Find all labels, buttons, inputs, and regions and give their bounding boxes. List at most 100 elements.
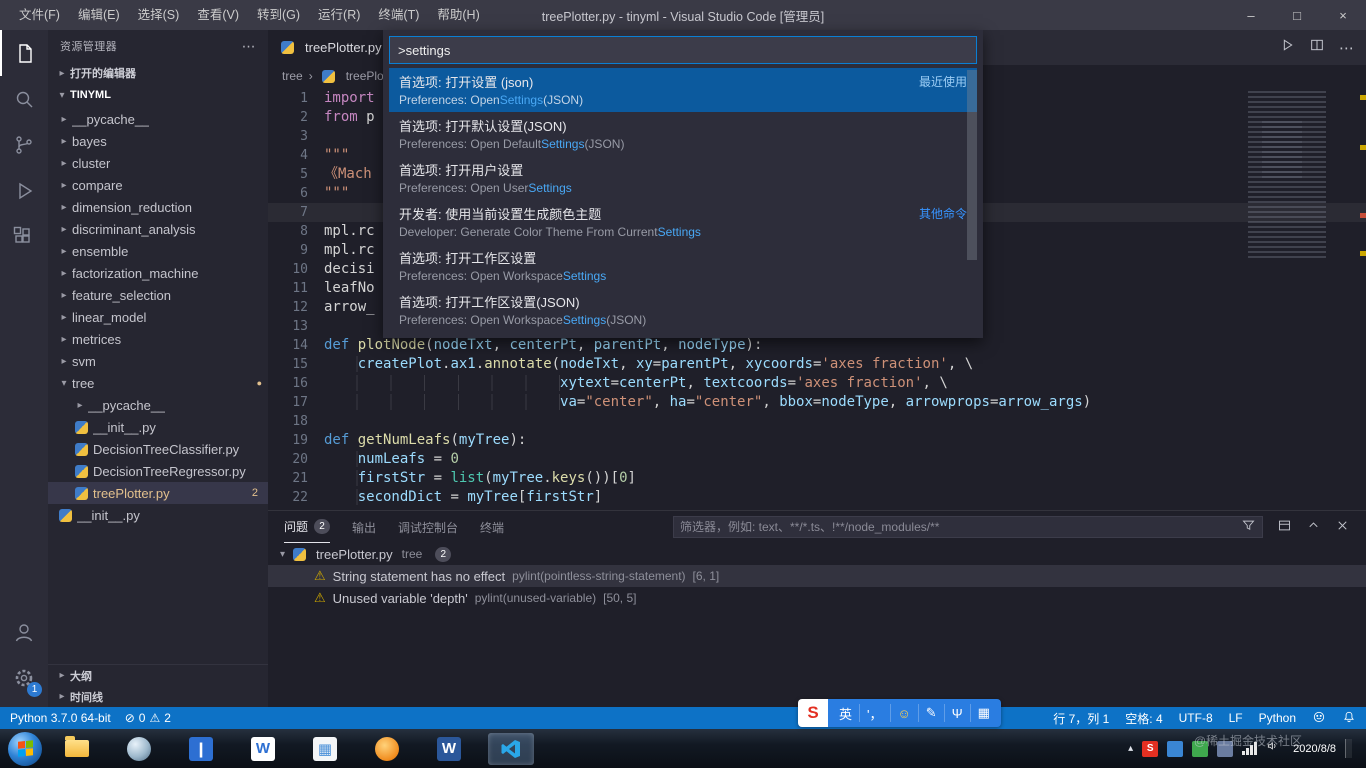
palette-item-2[interactable]: 首选项: 打开用户设置Preferences: Open User Settin…	[389, 156, 977, 200]
panel-tab-输出[interactable]: 输出	[352, 511, 376, 543]
breadcrumb-dir[interactable]: tree	[282, 69, 303, 83]
python-interpreter-status[interactable]: Python 3.7.0 64-bit	[10, 711, 111, 725]
account-icon[interactable]	[0, 609, 48, 655]
editor-more-actions-icon[interactable]: ⋯	[1339, 39, 1354, 57]
panel-close-icon[interactable]	[1335, 518, 1350, 536]
palette-item-1[interactable]: 首选项: 打开默认设置(JSON)Preferences: Open Defau…	[389, 112, 977, 156]
run-file-icon[interactable]	[1279, 37, 1295, 58]
panel-tab-问题[interactable]: 问题2	[284, 511, 330, 543]
tree-item-DecisionTreeRegressor.py[interactable]: DecisionTreeRegressor.py	[48, 460, 268, 482]
tree-item-svm[interactable]: ▸svm	[48, 350, 268, 372]
sidebar-more-actions-icon[interactable]: ⋯	[242, 38, 256, 55]
panel-tab-调试控制台[interactable]: 调试控制台	[398, 511, 458, 543]
source-control-icon[interactable]	[0, 122, 48, 168]
palette-scrollbar[interactable]	[967, 70, 977, 260]
problems-file-group[interactable]: ▾ treePlotter.py tree 2	[268, 543, 1366, 565]
language-mode-status[interactable]: Python	[1259, 710, 1296, 727]
menu-view[interactable]: 查看(V)	[188, 0, 248, 30]
panel-tab-终端[interactable]: 终端	[480, 511, 504, 543]
menu-terminal[interactable]: 终端(T)	[369, 0, 428, 30]
cursor-position-status[interactable]: 行 7，列 1	[1053, 710, 1109, 727]
problem-row-0[interactable]: ⚠String statement has no effectpylint(po…	[268, 565, 1366, 587]
sogou-logo-icon[interactable]: S	[798, 699, 828, 727]
minimap[interactable]	[1248, 91, 1356, 261]
menu-help[interactable]: 帮助(H)	[428, 0, 488, 30]
word-taskbar-icon[interactable]: W	[426, 733, 472, 765]
sogou-tray-icon[interactable]: S	[1142, 741, 1158, 757]
code-line-21[interactable]: 21 firstStr = list(myTree.keys())[0]	[268, 469, 1366, 488]
search-icon[interactable]	[0, 76, 48, 122]
ime-emoji-icon[interactable]: ☺	[891, 704, 919, 722]
ime-punctuation-toggle[interactable]: '，	[860, 704, 890, 722]
wps-taskbar-icon[interactable]: W	[240, 733, 286, 765]
grid-app-taskbar-icon[interactable]: ▦	[302, 733, 348, 765]
explorer-taskbar-icon[interactable]	[54, 733, 100, 765]
workspace-section[interactable]: ▾ TINYML	[48, 84, 268, 106]
minimize-button[interactable]: –	[1228, 0, 1274, 30]
code-line-19[interactable]: 19def getNumLeafs(myTree):	[268, 431, 1366, 450]
ime-keyboard-icon[interactable]: ▦	[971, 704, 997, 722]
menu-selection[interactable]: 选择(S)	[129, 0, 189, 30]
ime-pencil-icon[interactable]: ✎	[919, 704, 945, 722]
tree-item-compare[interactable]: ▸compare	[48, 174, 268, 196]
tree-item-__pycache__[interactable]: ▸__pycache__	[48, 108, 268, 130]
tray-icon-chat[interactable]	[1167, 741, 1183, 757]
split-editor-icon[interactable]	[1309, 37, 1325, 58]
tree-item-dimension_reduction[interactable]: ▸dimension_reduction	[48, 196, 268, 218]
menu-run[interactable]: 运行(R)	[309, 0, 369, 30]
filter-funnel-icon[interactable]	[1241, 518, 1256, 536]
code-line-16[interactable]: 16 xytext=centerPt, textcoords='axes fra…	[268, 374, 1366, 393]
panel-chevron-up-icon[interactable]	[1306, 518, 1321, 536]
tray-expand-icon[interactable]: ▴	[1128, 743, 1133, 754]
outline-section[interactable]: ▸ 大纲	[48, 665, 268, 686]
close-button[interactable]: ×	[1320, 0, 1366, 30]
tree-item-metrices[interactable]: ▸metrices	[48, 328, 268, 350]
problem-row-1[interactable]: ⚠Unused variable 'depth'pylint(unused-va…	[268, 587, 1366, 609]
palette-item-5[interactable]: 首选项: 打开工作区设置(JSON)Preferences: Open Work…	[389, 288, 977, 332]
menu-edit[interactable]: 编辑(E)	[69, 0, 129, 30]
tree-item-__init__.py[interactable]: __init__.py	[48, 416, 268, 438]
encoding-status[interactable]: UTF-8	[1179, 710, 1213, 727]
code-line-17[interactable]: 17 va="center", ha="center", bbox=nodeTy…	[268, 393, 1366, 412]
code-line-18[interactable]: 18	[268, 412, 1366, 431]
command-palette-input[interactable]	[389, 36, 977, 64]
problems-status[interactable]: ⊘ 0 ⚠ 2	[125, 711, 171, 725]
menu-go[interactable]: 转到(G)	[248, 0, 309, 30]
run-debug-icon[interactable]	[0, 168, 48, 214]
tree-item-DecisionTreeClassifier.py[interactable]: DecisionTreeClassifier.py	[48, 438, 268, 460]
media-app-taskbar-icon[interactable]	[364, 733, 410, 765]
tree-item-linear_model[interactable]: ▸linear_model	[48, 306, 268, 328]
panel-restore-icon[interactable]	[1277, 518, 1292, 536]
palette-item-0[interactable]: 首选项: 打开设置 (json)最近使用Preferences: Open Se…	[389, 68, 977, 112]
code-line-22[interactable]: 22 secondDict = myTree[firstStr]	[268, 488, 1366, 507]
notifications-bell-icon[interactable]	[1342, 710, 1356, 727]
tree-item-cluster[interactable]: ▸cluster	[48, 152, 268, 174]
extensions-icon[interactable]	[0, 214, 48, 260]
feedback-smiley-icon[interactable]	[1312, 710, 1326, 727]
tree-item-ensemble[interactable]: ▸ensemble	[48, 240, 268, 262]
open-editors-section[interactable]: ▸ 打开的编辑器	[48, 62, 268, 84]
vscode-taskbar-icon[interactable]	[488, 733, 534, 765]
palette-item-4[interactable]: 首选项: 打开工作区设置Preferences: Open Workspace …	[389, 244, 977, 288]
problems-filter-input[interactable]	[680, 520, 1241, 534]
indentation-status[interactable]: 空格: 4	[1125, 710, 1162, 727]
explorer-icon[interactable]	[0, 30, 48, 76]
start-button[interactable]	[8, 732, 42, 766]
tree-item-__init__.py[interactable]: __init__.py	[48, 504, 268, 526]
maximize-button[interactable]: □	[1274, 0, 1320, 30]
palette-item-3[interactable]: 开发者: 使用当前设置生成颜色主题其他命令Developer: Generate…	[389, 200, 977, 244]
code-line-20[interactable]: 20 numLeafs = 0	[268, 450, 1366, 469]
tree-item-__pycache__[interactable]: ▸__pycache__	[48, 394, 268, 416]
tree-item-discriminant_analysis[interactable]: ▸discriminant_analysis	[48, 218, 268, 240]
menu-file[interactable]: 文件(F)	[10, 0, 69, 30]
tree-item-tree[interactable]: ▾tree●	[48, 372, 268, 394]
ime-language-toggle[interactable]: 英	[832, 704, 860, 722]
code-line-14[interactable]: 14def plotNode(nodeTxt, centerPt, parent…	[268, 336, 1366, 355]
tree-item-treePlotter.py[interactable]: treePlotter.py2	[48, 482, 268, 504]
timeline-section[interactable]: ▸ 时间线	[48, 686, 268, 707]
show-desktop-button[interactable]	[1345, 739, 1352, 758]
ime-mic-icon[interactable]: Ψ	[945, 704, 971, 722]
notes-taskbar-icon[interactable]: ❙	[178, 733, 224, 765]
tree-item-feature_selection[interactable]: ▸feature_selection	[48, 284, 268, 306]
settings-gear-icon[interactable]: 1	[0, 655, 48, 701]
